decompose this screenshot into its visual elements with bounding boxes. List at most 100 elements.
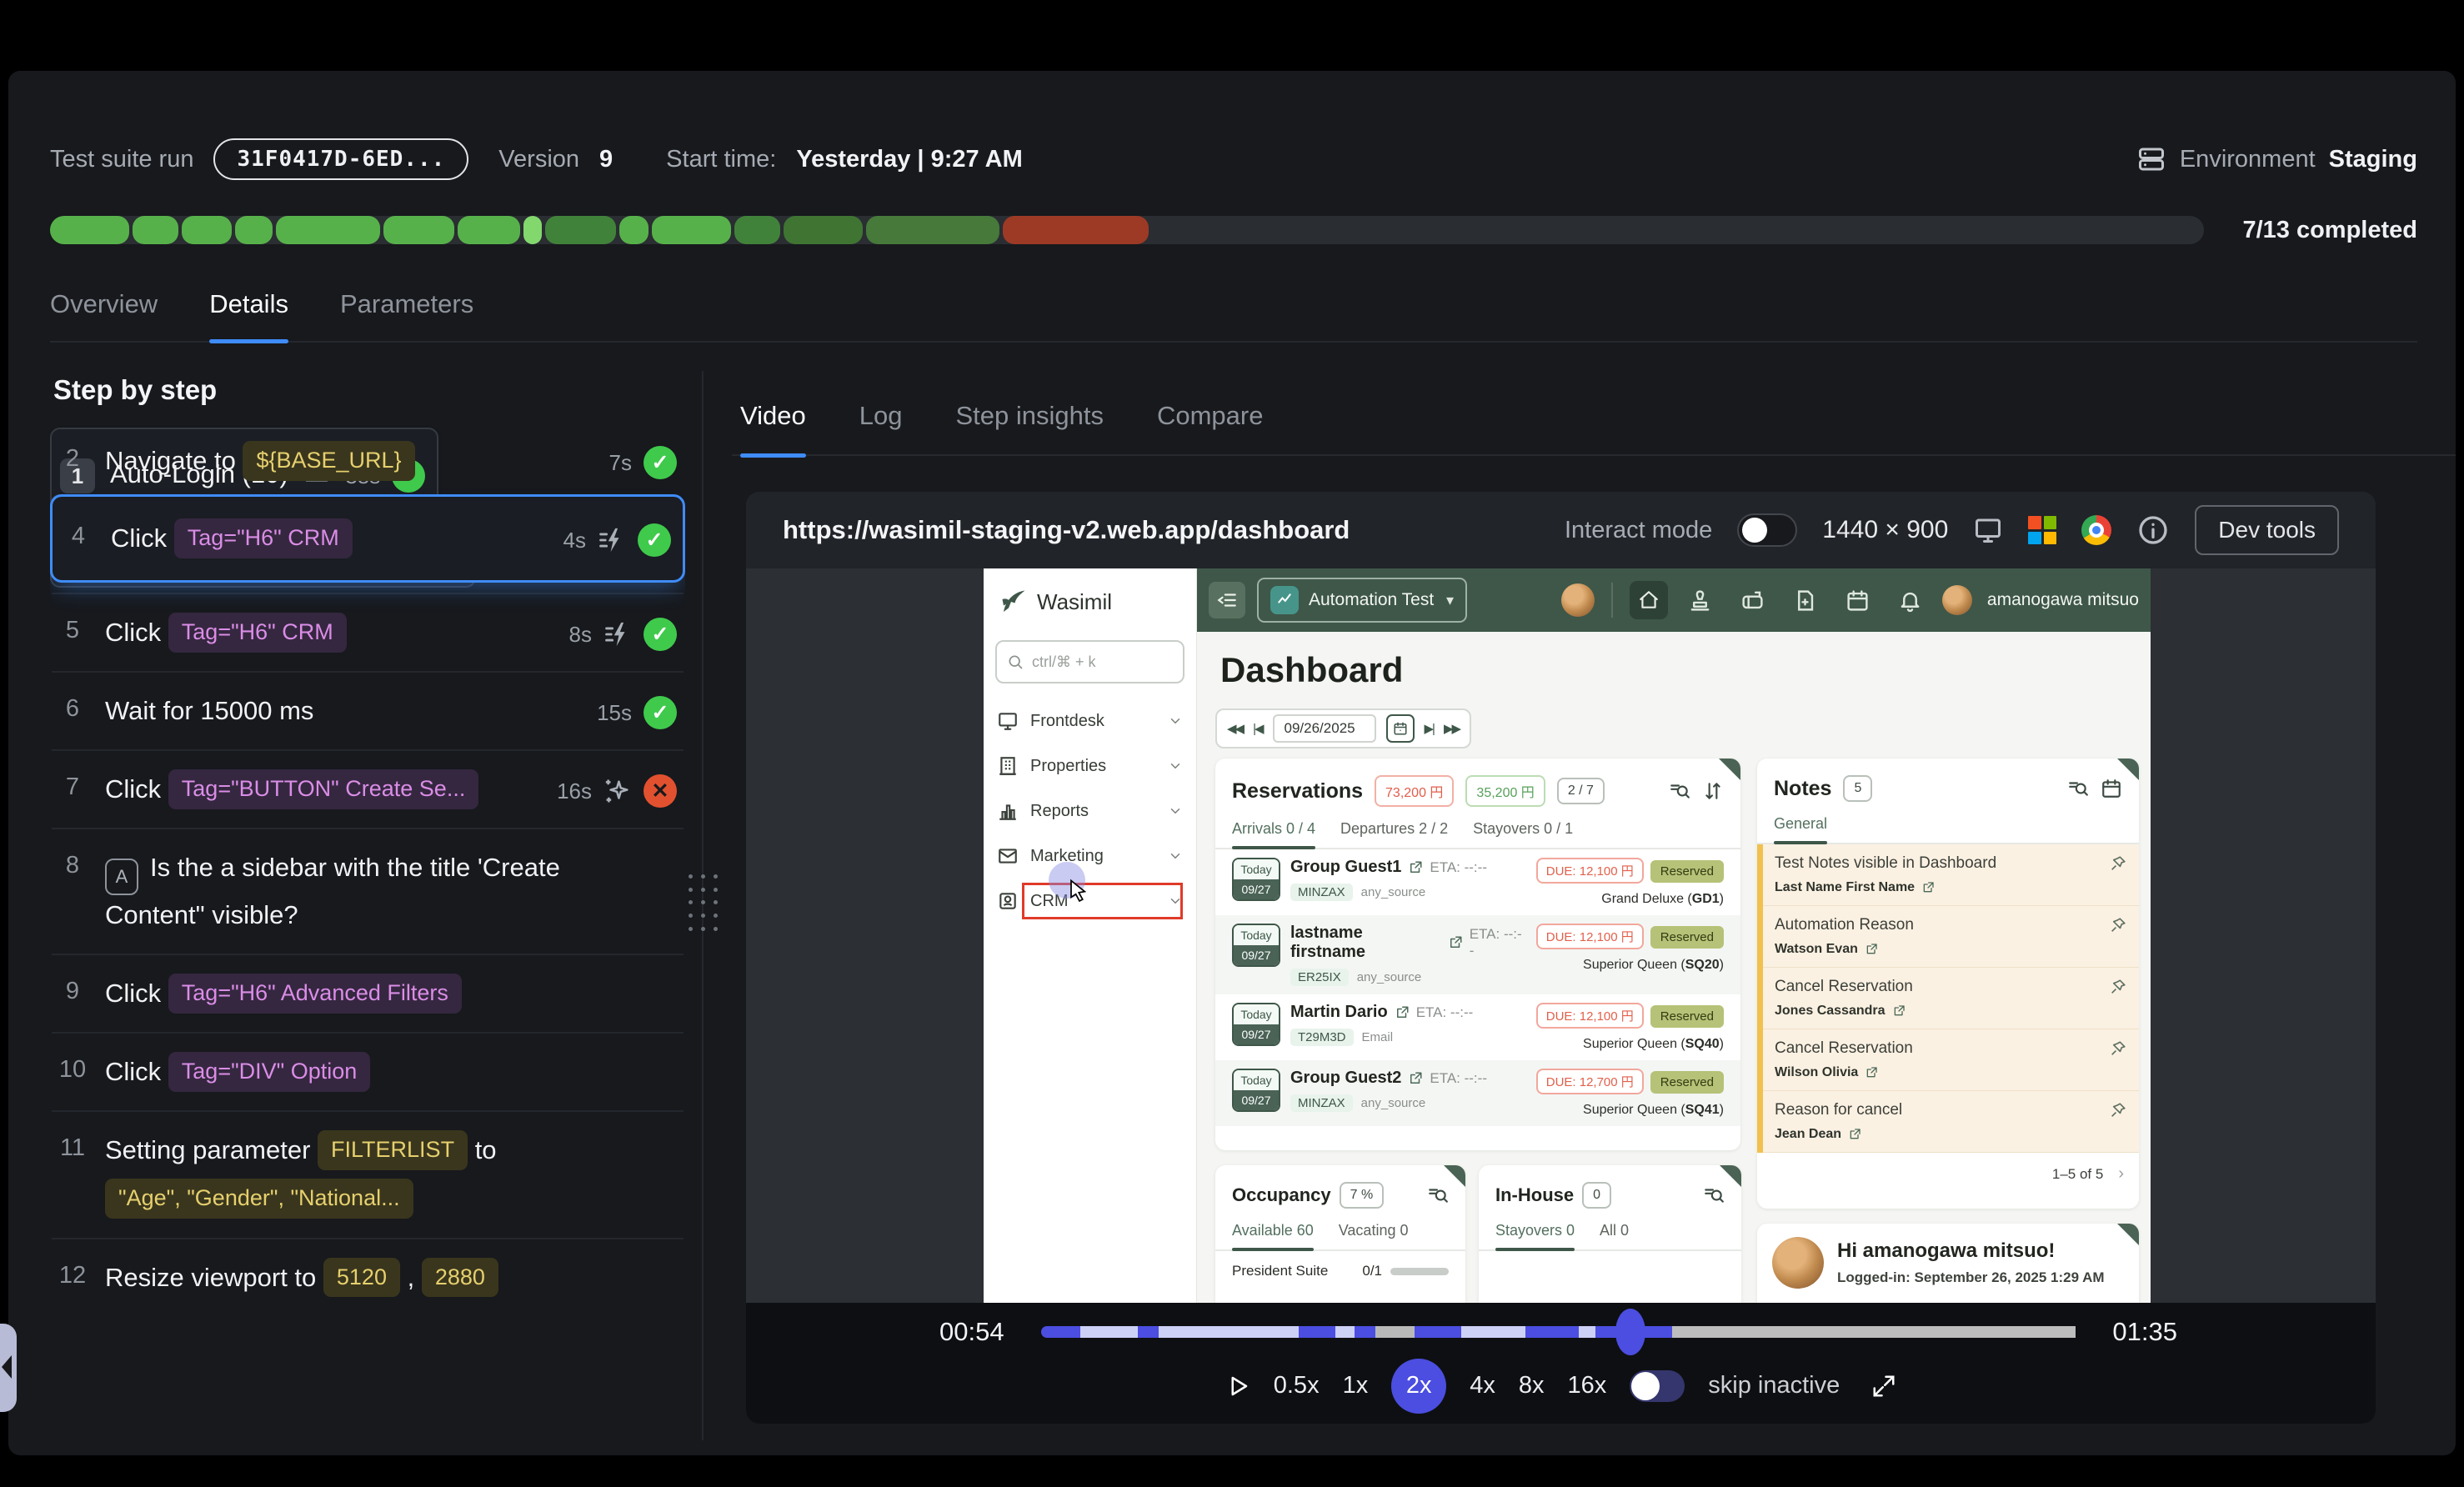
- external-link-icon[interactable]: [1395, 1005, 1410, 1020]
- video-viewport[interactable]: Wasimil ctrl/⌘ + k FrontdeskPropertiesRe…: [746, 568, 2376, 1303]
- left-edge-handle[interactable]: [0, 1324, 17, 1412]
- filter-search-icon[interactable]: [1669, 780, 1690, 802]
- info-icon[interactable]: [2136, 513, 2170, 547]
- skip-inactive-toggle[interactable]: [1630, 1370, 1685, 1402]
- note-item[interactable]: Test Notes visible in DashboardLast Name…: [1763, 844, 2139, 906]
- avatar[interactable]: [1561, 583, 1595, 617]
- pin-icon[interactable]: [2109, 1039, 2127, 1058]
- sidebar-item-properties[interactable]: Properties: [984, 744, 1196, 789]
- monitor-icon[interactable]: [1973, 515, 2003, 545]
- reservation-row[interactable]: Today09/27Group Guest2ETA: --:--MINZAXan…: [1215, 1060, 1740, 1126]
- note-item[interactable]: Cancel ReservationWilson Olivia: [1763, 1029, 2139, 1091]
- reservation-row[interactable]: Today09/27lastname firstnameETA: --:--ER…: [1215, 915, 1740, 994]
- notes-tab-general[interactable]: General: [1774, 815, 1827, 843]
- progress-bar[interactable]: [50, 216, 2204, 244]
- step-row[interactable]: 6Wait for 15000 ms 15s✓: [50, 678, 685, 744]
- fullscreen-icon[interactable]: [1871, 1374, 1896, 1399]
- reservations-tab-arrivals[interactable]: Arrivals 0 / 4: [1232, 820, 1315, 848]
- speed-0.5x[interactable]: 0.5x: [1274, 1372, 1320, 1399]
- tab-overview[interactable]: Overview: [50, 289, 158, 341]
- filter-search-icon[interactable]: [1427, 1184, 1449, 1206]
- tab-details[interactable]: Details: [209, 289, 288, 341]
- tab-parameters[interactable]: Parameters: [340, 289, 473, 341]
- workspace-select[interactable]: Automation Test ▾: [1257, 578, 1467, 623]
- step-row[interactable]: 2Navigate to ${BASE_URL} 7s✓: [50, 428, 685, 494]
- home-icon[interactable]: [1630, 581, 1668, 619]
- step-row[interactable]: 9Click Tag="H6" Advanced Filters: [50, 960, 685, 1027]
- step-row[interactable]: 7Click Tag="BUTTON" Create Se... 16s✕: [50, 756, 685, 823]
- occupancy-tab-available[interactable]: Available 60: [1232, 1222, 1314, 1249]
- document-icon[interactable]: [1793, 588, 1817, 613]
- fast-rewind-icon[interactable]: ◀◀: [1227, 721, 1243, 736]
- resolution-value[interactable]: 1440 × 900: [1822, 516, 1948, 544]
- reservations-tab-departures[interactable]: Departures 2 / 2: [1340, 820, 1448, 848]
- external-link-icon[interactable]: [1408, 1071, 1423, 1086]
- speed-1x[interactable]: 1x: [1343, 1372, 1369, 1399]
- pin-icon[interactable]: [2109, 916, 2127, 934]
- mailbox-icon[interactable]: [1740, 588, 1765, 613]
- note-item[interactable]: Reason for cancelJean Dean: [1763, 1091, 2139, 1153]
- external-link-icon[interactable]: [1865, 943, 1878, 956]
- bell-icon[interactable]: [1898, 588, 1922, 613]
- windows-os-icon[interactable]: [2028, 516, 2056, 544]
- step-row[interactable]: 10Click Tag="DIV" Option: [50, 1039, 685, 1105]
- external-link-icon[interactable]: [1892, 1004, 1906, 1018]
- filter-search-icon[interactable]: [2067, 778, 2089, 799]
- calendar-picker-icon[interactable]: [1386, 714, 1415, 743]
- speed-16x[interactable]: 16x: [1568, 1372, 1607, 1399]
- pin-icon[interactable]: [2109, 978, 2127, 996]
- external-link-icon[interactable]: [1408, 860, 1423, 875]
- fast-forward-icon[interactable]: ▶▶: [1444, 721, 1460, 736]
- run-id-pill[interactable]: 31F0417D-6ED...: [213, 138, 468, 180]
- calendar-icon[interactable]: [2101, 778, 2122, 799]
- tab-log[interactable]: Log: [859, 401, 903, 456]
- step-row[interactable]: 5Click Tag="H6" CRM 8s✓: [50, 599, 685, 666]
- pin-icon[interactable]: [2109, 1101, 2127, 1119]
- external-link-icon[interactable]: [1921, 881, 1935, 894]
- speed-2x[interactable]: 2x: [1391, 1359, 1446, 1414]
- reservation-row[interactable]: Today09/27Martin DarioETA: --:--T29M3DEm…: [1215, 994, 1740, 1060]
- playhead-handle[interactable]: [1615, 1309, 1645, 1355]
- tab-video[interactable]: Video: [740, 401, 806, 456]
- external-link-icon[interactable]: [1848, 1128, 1861, 1141]
- step-row[interactable]: 11Setting parameter FILTERLIST to"Age", …: [50, 1117, 685, 1232]
- dev-tools-button[interactable]: Dev tools: [2195, 505, 2339, 555]
- speed-8x[interactable]: 8x: [1519, 1372, 1545, 1399]
- panel-drag-handle[interactable]: [687, 873, 719, 933]
- inhouse-tab-stayovers[interactable]: Stayovers 0: [1495, 1222, 1575, 1249]
- calendar-icon[interactable]: [1845, 588, 1870, 613]
- note-item[interactable]: Automation ReasonWatson Evan: [1763, 906, 2139, 968]
- sidebar-item-reports[interactable]: Reports: [984, 789, 1196, 834]
- play-icon[interactable]: [1225, 1374, 1250, 1399]
- user-avatar[interactable]: [1942, 585, 1972, 615]
- external-link-icon[interactable]: [1448, 935, 1463, 950]
- sidebar-collapse-button[interactable]: [1209, 582, 1245, 618]
- inhouse-tab-all[interactable]: All 0: [1600, 1222, 1629, 1249]
- speed-4x[interactable]: 4x: [1470, 1372, 1495, 1399]
- step-row[interactable]: 12Resize viewport to 5120 , 2880: [50, 1244, 685, 1311]
- tab-compare[interactable]: Compare: [1157, 401, 1264, 456]
- chrome-browser-icon[interactable]: [2081, 515, 2111, 545]
- filter-search-icon[interactable]: [1703, 1184, 1725, 1206]
- reservations-tab-stayovers[interactable]: Stayovers 0 / 1: [1473, 820, 1573, 848]
- date-input[interactable]: [1273, 714, 1376, 743]
- interact-mode-toggle[interactable]: [1737, 513, 1797, 547]
- external-link-icon[interactable]: [1865, 1066, 1878, 1079]
- timeline-segment: [1525, 1326, 1580, 1338]
- step-row[interactable]: 8AIs the a sidebar with the title 'Creat…: [50, 834, 685, 949]
- step-row[interactable]: 4Click Tag="H6" CRM 4s✓: [50, 494, 685, 583]
- player-timeline[interactable]: [1041, 1326, 2076, 1338]
- sidebar-item-frontdesk[interactable]: Frontdesk: [984, 698, 1196, 744]
- reservation-row[interactable]: Today09/27Group Guest1ETA: --:--MINZAXan…: [1215, 849, 1740, 915]
- chevron-right-icon[interactable]: ›: [2118, 1164, 2124, 1184]
- app-search-input[interactable]: ctrl/⌘ + k: [995, 640, 1184, 683]
- tab-step-insights[interactable]: Step insights: [955, 401, 1104, 456]
- stamp-icon[interactable]: [1688, 588, 1712, 613]
- sort-icon[interactable]: [1702, 780, 1724, 802]
- step-param-pill: 5120: [323, 1258, 400, 1298]
- next-day-icon[interactable]: ▶|: [1425, 721, 1434, 736]
- occupancy-tab-vacating[interactable]: Vacating 0: [1339, 1222, 1409, 1249]
- pin-icon[interactable]: [2109, 854, 2127, 873]
- note-item[interactable]: Cancel ReservationJones Cassandra: [1763, 968, 2139, 1029]
- prev-day-icon[interactable]: |◀: [1253, 721, 1262, 736]
